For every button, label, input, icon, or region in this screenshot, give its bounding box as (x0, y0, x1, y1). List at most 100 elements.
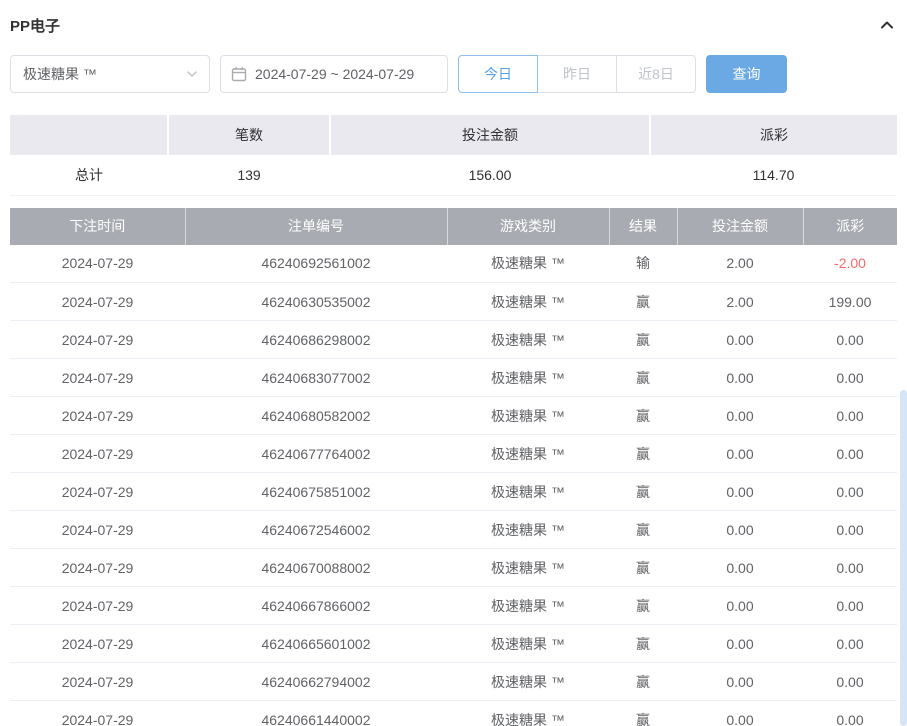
col-payout: 派彩 (803, 208, 897, 245)
cell-bet-time: 2024-07-29 (10, 549, 185, 587)
date-range-input[interactable]: 2024-07-29 ~ 2024-07-29 (220, 55, 448, 93)
cell-bet-id: 46240630535002 (185, 283, 447, 321)
cell-result: 输 (609, 245, 677, 283)
cell-bet-amount: 0.00 (677, 473, 803, 511)
cell-bet-time: 2024-07-29 (10, 397, 185, 435)
game-select-value: 极速糖果 ™ (23, 64, 97, 84)
cell-result: 赢 (609, 549, 677, 587)
table-row: 2024-07-29 46240661440002 极速糖果 ™ 赢 0.00 … (10, 701, 897, 726)
cell-bet-id: 46240662794002 (185, 663, 447, 701)
cell-payout: 0.00 (803, 435, 897, 473)
summary-total-payout: 114.70 (650, 155, 897, 195)
cell-result: 赢 (609, 321, 677, 359)
cell-result: 赢 (609, 359, 677, 397)
cell-payout: 0.00 (803, 587, 897, 625)
cell-bet-amount: 0.00 (677, 625, 803, 663)
cell-bet-amount: 0.00 (677, 549, 803, 587)
quick-date-button-group: 今日 昨日 近8日 (458, 55, 696, 93)
cell-game-type: 极速糖果 ™ (447, 435, 609, 473)
summary-table: 笔数 投注金额 派彩 总计 139 156.00 114.70 (10, 115, 897, 196)
today-button[interactable]: 今日 (458, 55, 538, 93)
summary-col-payout: 派彩 (650, 115, 897, 155)
cell-bet-time: 2024-07-29 (10, 473, 185, 511)
cell-result: 赢 (609, 625, 677, 663)
table-row: 2024-07-29 46240680582002 极速糖果 ™ 赢 0.00 … (10, 397, 897, 435)
cell-payout: 199.00 (803, 283, 897, 321)
table-row: 2024-07-29 46240692561002 极速糖果 ™ 输 2.00 … (10, 245, 897, 283)
cell-payout: 0.00 (803, 473, 897, 511)
summary-total-row: 总计 139 156.00 114.70 (10, 155, 897, 195)
cell-bet-id: 46240670088002 (185, 549, 447, 587)
cell-bet-id: 46240661440002 (185, 701, 447, 726)
summary-col-count: 笔数 (168, 115, 330, 155)
cell-game-type: 极速糖果 ™ (447, 283, 609, 321)
cell-result: 赢 (609, 283, 677, 321)
bet-table: 下注时间 注单编号 游戏类别 结果 投注金额 派彩 2024-07-29 462… (10, 208, 897, 726)
col-bet-amount: 投注金额 (677, 208, 803, 245)
cell-game-type: 极速糖果 ™ (447, 245, 609, 283)
cell-bet-amount: 2.00 (677, 245, 803, 283)
last-8-days-button[interactable]: 近8日 (616, 55, 696, 93)
bet-table-body: 2024-07-29 46240692561002 极速糖果 ™ 输 2.00 … (10, 245, 897, 726)
summary-total-label: 总计 (10, 155, 168, 195)
cell-game-type: 极速糖果 ™ (447, 587, 609, 625)
yesterday-button[interactable]: 昨日 (537, 55, 617, 93)
cell-bet-amount: 0.00 (677, 397, 803, 435)
table-row: 2024-07-29 46240630535002 极速糖果 ™ 赢 2.00 … (10, 283, 897, 321)
cell-payout: 0.00 (803, 663, 897, 701)
cell-bet-id: 46240680582002 (185, 397, 447, 435)
chevron-up-icon (879, 17, 895, 33)
vertical-scrollbar[interactable] (900, 390, 907, 726)
cell-result: 赢 (609, 511, 677, 549)
table-row: 2024-07-29 46240675851002 极速糖果 ™ 赢 0.00 … (10, 473, 897, 511)
cell-payout: 0.00 (803, 625, 897, 663)
cell-bet-time: 2024-07-29 (10, 435, 185, 473)
cell-bet-amount: 0.00 (677, 511, 803, 549)
cell-payout: 0.00 (803, 511, 897, 549)
cell-game-type: 极速糖果 ™ (447, 473, 609, 511)
col-result: 结果 (609, 208, 677, 245)
cell-bet-id: 46240686298002 (185, 321, 447, 359)
cell-result: 赢 (609, 701, 677, 726)
cell-bet-time: 2024-07-29 (10, 701, 185, 726)
cell-game-type: 极速糖果 ™ (447, 359, 609, 397)
cell-bet-id: 46240672546002 (185, 511, 447, 549)
cell-payout: 0.00 (803, 397, 897, 435)
cell-game-type: 极速糖果 ™ (447, 663, 609, 701)
cell-bet-id: 46240683077002 (185, 359, 447, 397)
game-select[interactable]: 极速糖果 ™ (10, 55, 210, 93)
cell-bet-time: 2024-07-29 (10, 359, 185, 397)
table-row: 2024-07-29 46240662794002 极速糖果 ™ 赢 0.00 … (10, 663, 897, 701)
cell-bet-time: 2024-07-29 (10, 283, 185, 321)
cell-bet-time: 2024-07-29 (10, 511, 185, 549)
calendar-icon (231, 66, 247, 82)
cell-result: 赢 (609, 473, 677, 511)
cell-game-type: 极速糖果 ™ (447, 701, 609, 726)
cell-bet-id: 46240677764002 (185, 435, 447, 473)
cell-bet-amount: 0.00 (677, 359, 803, 397)
table-row: 2024-07-29 46240672546002 极速糖果 ™ 赢 0.00 … (10, 511, 897, 549)
cell-game-type: 极速糖果 ™ (447, 397, 609, 435)
search-button[interactable]: 查询 (706, 55, 787, 93)
pp-electronic-panel: PP电子 极速糖果 ™ 2024-07-29 ~ 2024-07-29 今日 昨… (0, 13, 907, 726)
cell-bet-amount: 0.00 (677, 587, 803, 625)
cell-result: 赢 (609, 397, 677, 435)
cell-payout: 0.00 (803, 359, 897, 397)
cell-payout: -2.00 (803, 245, 897, 283)
cell-result: 赢 (609, 663, 677, 701)
table-row: 2024-07-29 46240686298002 极速糖果 ™ 赢 0.00 … (10, 321, 897, 359)
cell-game-type: 极速糖果 ™ (447, 321, 609, 359)
cell-bet-time: 2024-07-29 (10, 587, 185, 625)
filter-bar: 极速糖果 ™ 2024-07-29 ~ 2024-07-29 今日 昨日 近8日… (10, 55, 897, 93)
panel-header: PP电子 (10, 13, 897, 37)
cell-bet-amount: 0.00 (677, 701, 803, 726)
table-row: 2024-07-29 46240665601002 极速糖果 ™ 赢 0.00 … (10, 625, 897, 663)
summary-col-bet: 投注金额 (330, 115, 650, 155)
bet-table-header-row: 下注时间 注单编号 游戏类别 结果 投注金额 派彩 (10, 208, 897, 245)
col-bet-id: 注单编号 (185, 208, 447, 245)
cell-bet-amount: 0.00 (677, 435, 803, 473)
cell-game-type: 极速糖果 ™ (447, 511, 609, 549)
cell-bet-id: 46240675851002 (185, 473, 447, 511)
cell-payout: 0.00 (803, 549, 897, 587)
collapse-panel-button[interactable] (877, 15, 897, 35)
